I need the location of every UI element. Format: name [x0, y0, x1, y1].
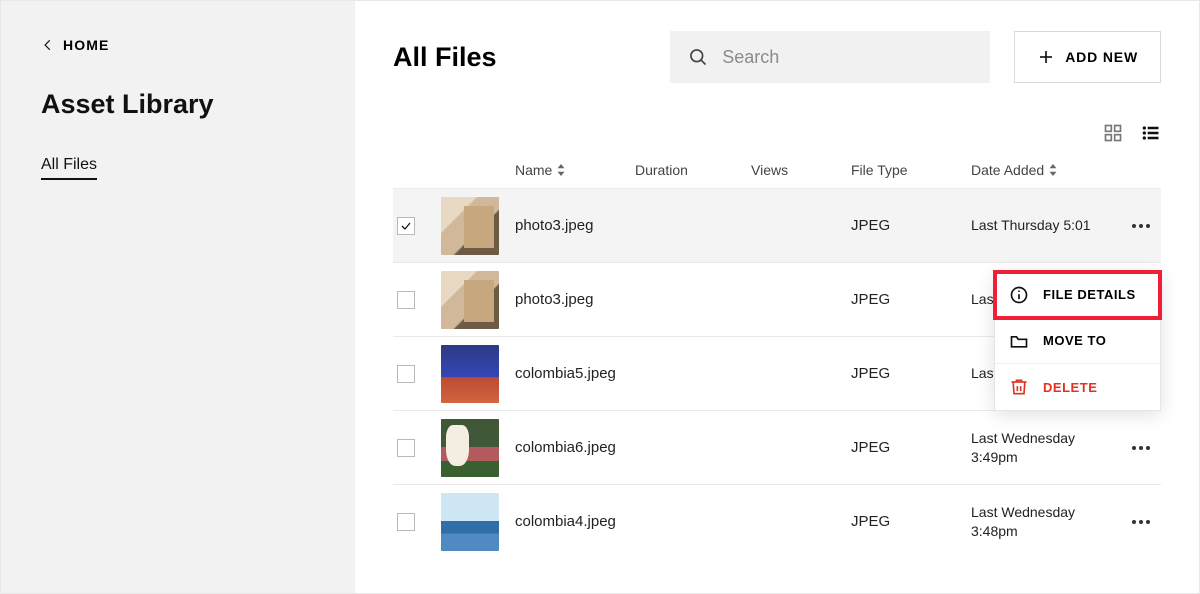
sidebar-item-all-files[interactable]: All Files [41, 156, 97, 180]
page-title: All Files [393, 42, 497, 73]
file-date: Last Thursday 5:01 [971, 216, 1121, 235]
sort-icon [1048, 164, 1058, 176]
table-row[interactable]: photo3.jpeg JPEGLast Thursday 5:01 [393, 188, 1161, 262]
thumbnail [441, 345, 499, 403]
file-date: Last Wednesday 3:49pm [971, 429, 1121, 467]
list-view-button[interactable] [1141, 123, 1161, 148]
file-type: JPEG [851, 513, 971, 530]
file-date: Last Wednesday 3:48pm [971, 503, 1121, 541]
back-home-link[interactable]: HOME [41, 37, 315, 53]
ctx-move-to[interactable]: MOVE TO [995, 318, 1160, 364]
row-checkbox[interactable] [397, 513, 415, 531]
search-icon [688, 47, 708, 67]
row-checkbox[interactable] [397, 439, 415, 457]
file-type: JPEG [851, 365, 971, 382]
file-name: photo3.jpeg [515, 290, 635, 310]
col-dateadded[interactable]: Date Added [971, 162, 1121, 178]
main-panel: All Files ADD NEW Name [355, 1, 1199, 593]
col-duration[interactable]: Duration [635, 162, 751, 178]
ctx-move-to-label: MOVE TO [1043, 333, 1106, 348]
col-name[interactable]: Name [515, 162, 635, 178]
col-views[interactable]: Views [751, 162, 851, 178]
ctx-file-details-label: FILE DETAILS [1043, 287, 1136, 302]
ctx-delete-label: DELETE [1043, 380, 1097, 395]
library-title: Asset Library [41, 89, 315, 120]
sidebar: HOME Asset Library All Files [1, 1, 355, 593]
thumbnail [441, 419, 499, 477]
thumbnail [441, 197, 499, 255]
file-name: colombia6.jpeg [515, 438, 635, 458]
trash-icon [1009, 377, 1029, 397]
folder-icon [1009, 331, 1029, 351]
table-row[interactable]: colombia4.jpeg JPEGLast Wednesday 3:48pm [393, 484, 1161, 558]
row-actions-button[interactable] [1121, 446, 1161, 450]
col-filetype[interactable]: File Type [851, 162, 971, 178]
view-switch [393, 123, 1161, 148]
row-checkbox[interactable] [397, 217, 415, 235]
row-checkbox[interactable] [397, 291, 415, 309]
table-row[interactable]: colombia6.jpeg JPEGLast Wednesday 3:49pm [393, 410, 1161, 484]
plus-icon [1037, 48, 1055, 66]
info-icon [1009, 285, 1029, 305]
file-name: colombia4.jpeg [515, 512, 635, 532]
thumbnail [441, 271, 499, 329]
grid-icon [1103, 123, 1123, 143]
file-type: JPEG [851, 439, 971, 456]
add-new-label: ADD NEW [1065, 49, 1138, 65]
list-icon [1141, 123, 1161, 143]
table-header: Name Duration Views File Type Date Added [393, 158, 1161, 188]
thumbnail [441, 493, 499, 551]
row-actions-button[interactable] [1121, 224, 1161, 228]
file-type: JPEG [851, 291, 971, 308]
search-input[interactable] [722, 47, 972, 68]
file-name: colombia5.jpeg [515, 364, 635, 384]
add-new-button[interactable]: ADD NEW [1014, 31, 1161, 83]
sort-icon [556, 164, 566, 176]
chevron-left-icon [41, 38, 55, 52]
file-type: JPEG [851, 217, 971, 234]
search-box[interactable] [670, 31, 990, 83]
row-checkbox[interactable] [397, 365, 415, 383]
ctx-file-details[interactable]: FILE DETAILS [995, 272, 1160, 318]
file-name: photo3.jpeg [515, 216, 635, 236]
back-home-label: HOME [63, 37, 109, 53]
ctx-delete[interactable]: DELETE [995, 364, 1160, 410]
grid-view-button[interactable] [1103, 123, 1123, 148]
row-actions-button[interactable] [1121, 520, 1161, 524]
context-menu: FILE DETAILS MOVE TO DELETE [994, 271, 1161, 411]
header-bar: All Files ADD NEW [393, 31, 1161, 83]
